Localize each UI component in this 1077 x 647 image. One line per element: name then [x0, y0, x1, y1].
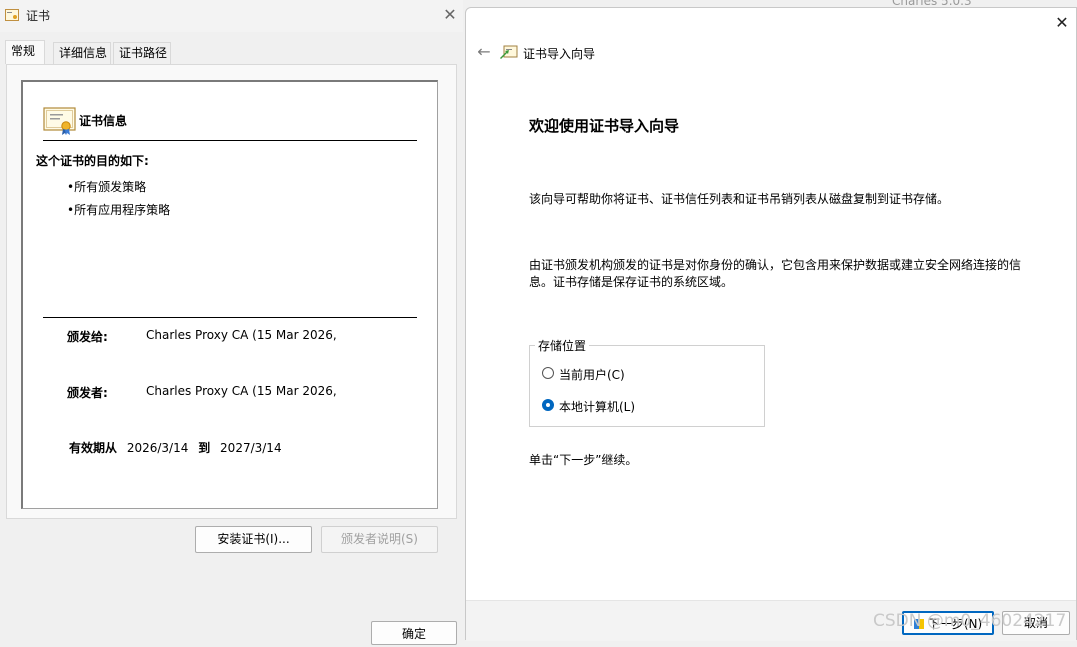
- divider: [43, 140, 417, 141]
- next-button[interactable]: 下一步(N): [902, 611, 994, 635]
- next-button-label: 下一步(N): [927, 617, 983, 631]
- ok-button[interactable]: 确定: [371, 621, 457, 645]
- install-certificate-button[interactable]: 安装证书(I)...: [195, 526, 312, 553]
- purpose-heading: 这个证书的目的如下:: [36, 154, 149, 168]
- certificate-info-title: 证书信息: [79, 114, 128, 128]
- certificate-large-icon: [43, 107, 76, 135]
- wizard-description: 该向导可帮助你将证书、证书信任列表和证书吊销列表从磁盘复制到证书存储。: [529, 192, 950, 206]
- certificate-import-wizard: ✕ ← 证书导入向导 欢迎使用证书导入向导 该向导可帮助你将证书、证书信任列表和…: [465, 7, 1077, 641]
- wizard-footer: 下一步(N) 取消: [466, 600, 1076, 641]
- tab-details[interactable]: 详细信息: [53, 42, 111, 64]
- uac-shield-icon: [913, 619, 924, 629]
- certificate-dialog: 证书 ✕ 常规 详细信息 证书路径 证书信息 这个证书的目的如下: •所有颁发策…: [0, 0, 463, 645]
- valid-from-date: 2026/3/14: [126, 441, 189, 455]
- cancel-button[interactable]: 取消: [1002, 611, 1070, 635]
- validity-row: 有效期从 2026/3/14 到 2027/3/14: [69, 439, 282, 456]
- purpose-item: •所有颁发策略: [67, 180, 147, 194]
- continue-hint: 单击“下一步”继续。: [529, 453, 638, 467]
- issued-by-label: 颁发者:: [67, 386, 108, 400]
- issued-by-value: Charles Proxy CA (15 Mar 2026,: [146, 384, 337, 398]
- issued-to-value: Charles Proxy CA (15 Mar 2026,: [146, 328, 337, 342]
- store-location-label: 存储位置: [535, 337, 590, 354]
- valid-to-date: 2027/3/14: [220, 441, 282, 455]
- radio-button[interactable]: [542, 367, 554, 379]
- divider: [43, 317, 417, 318]
- certificate-dialog-titlebar: 证书 ✕: [0, 0, 463, 32]
- wizard-heading: 欢迎使用证书导入向导: [529, 117, 680, 135]
- certificate-info-box: 证书信息 这个证书的目的如下: •所有颁发策略 •所有应用程序策略 颁发给: C…: [21, 80, 438, 509]
- certificate-icon: [5, 9, 19, 21]
- valid-to-label: 到: [198, 441, 211, 455]
- radio-button-selected[interactable]: [542, 399, 554, 411]
- wizard-explanation: 由证书颁发机构颁发的证书是对你身份的确认，它包含用来保护数据或建立安全网络连接的…: [529, 258, 1022, 289]
- certificate-wizard-icon: [500, 45, 518, 59]
- back-arrow-icon[interactable]: ←: [474, 42, 494, 62]
- issuer-statement-button[interactable]: 颁发者说明(S): [321, 526, 438, 553]
- radio-label: 本地计算机(L): [559, 400, 636, 414]
- certificate-dialog-title: 证书: [26, 9, 51, 23]
- radio-label: 当前用户(C): [559, 368, 625, 382]
- issued-to-label: 颁发给:: [67, 330, 108, 344]
- tab-certification-path[interactable]: 证书路径: [113, 42, 171, 64]
- close-button[interactable]: ✕: [440, 5, 460, 25]
- wizard-title: 证书导入向导: [523, 47, 596, 61]
- tab-general[interactable]: 常规: [5, 40, 45, 64]
- valid-from-label: 有效期从: [69, 441, 118, 455]
- wizard-close-button[interactable]: ✕: [1052, 13, 1072, 33]
- purpose-item: •所有应用程序策略: [67, 203, 171, 217]
